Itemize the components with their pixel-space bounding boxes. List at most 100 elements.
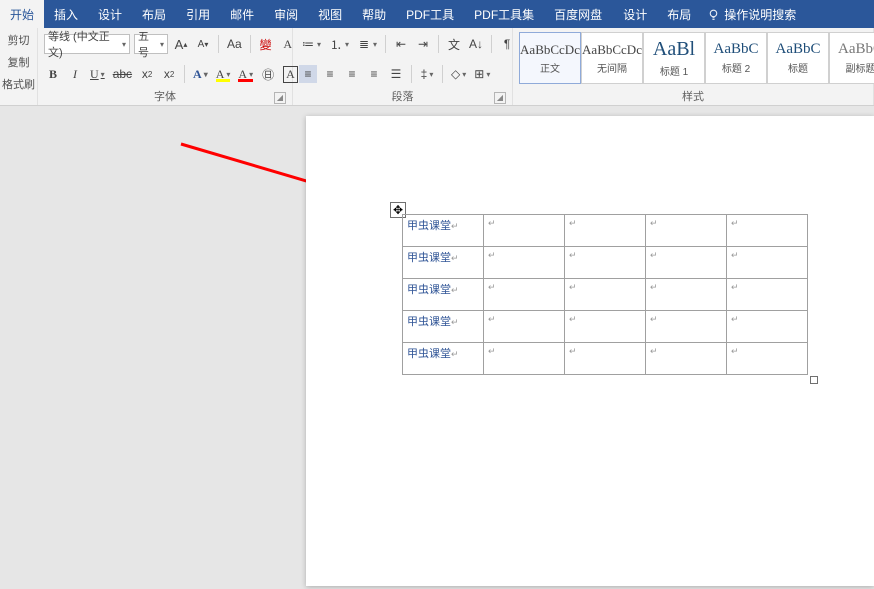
tab-pdf-toolset[interactable]: PDF工具集 xyxy=(464,0,544,28)
table-cell[interactable]: ↵ xyxy=(565,343,646,375)
tab-mailings[interactable]: 邮件 xyxy=(220,0,264,28)
table-cell[interactable]: ↵ xyxy=(565,215,646,247)
table-cell[interactable]: ↵ xyxy=(484,343,565,375)
table-cell[interactable]: ↵ xyxy=(646,247,727,279)
table-row[interactable]: 甲虫课堂↵↵↵↵↵ xyxy=(403,311,808,343)
tab-help[interactable]: 帮助 xyxy=(352,0,396,28)
highlight-color-button[interactable]: A▾ xyxy=(214,65,233,83)
format-painter-button[interactable]: 格式刷 xyxy=(2,76,35,92)
divider xyxy=(184,65,185,83)
style-heading1[interactable]: AaBl 标题 1 xyxy=(643,32,705,84)
table-row[interactable]: 甲虫课堂↵↵↵↵↵ xyxy=(403,279,808,311)
table-row[interactable]: 甲虫课堂↵↵↵↵↵ xyxy=(403,247,808,279)
shading-button[interactable]: ◇▾ xyxy=(449,65,468,83)
numbering-button[interactable]: ⒈▾ xyxy=(327,35,351,53)
phonetic-guide-button[interactable]: 變 xyxy=(257,35,275,53)
align-right-button[interactable]: ≡ xyxy=(343,65,361,83)
table-cell[interactable]: ↵ xyxy=(646,279,727,311)
enclose-characters-button[interactable]: ㊐ xyxy=(259,65,277,83)
table-resize-handle[interactable] xyxy=(810,376,818,384)
table-cell[interactable]: 甲虫课堂↵ xyxy=(403,279,484,311)
text-effects-button[interactable]: A▾ xyxy=(191,65,210,83)
tab-start[interactable]: 开始 xyxy=(0,0,44,28)
table-cell[interactable]: ↵ xyxy=(565,279,646,311)
table-cell[interactable]: ↵ xyxy=(727,279,808,311)
grow-font-button[interactable]: A▴ xyxy=(172,35,190,53)
change-case-button[interactable]: Aa xyxy=(225,35,244,53)
strikethrough-button[interactable]: abc xyxy=(111,65,134,83)
tab-layout[interactable]: 布局 xyxy=(132,0,176,28)
decrease-indent-button[interactable]: ⇤ xyxy=(392,35,410,53)
line-spacing-button[interactable]: ‡▾ xyxy=(418,65,436,83)
table-cell[interactable]: ↵ xyxy=(727,343,808,375)
ribbon-tabs: 开始 插入 设计 布局 引用 邮件 审阅 视图 帮助 PDF工具 PDF工具集 … xyxy=(0,0,874,28)
table-cell[interactable]: ↵ xyxy=(484,215,565,247)
align-center-button[interactable]: ≡ xyxy=(321,65,339,83)
font-size-picker[interactable]: 五号▾ xyxy=(134,34,168,54)
multilevel-list-button[interactable]: ≣▾ xyxy=(355,35,379,53)
table-cell[interactable]: 甲虫课堂↵ xyxy=(403,215,484,247)
tab-view[interactable]: 视图 xyxy=(308,0,352,28)
table-cell[interactable]: ↵ xyxy=(646,343,727,375)
font-color-button[interactable]: A▾ xyxy=(236,65,255,83)
copy-button[interactable]: 复制 xyxy=(8,54,30,70)
bold-button[interactable]: B xyxy=(44,65,62,83)
sort-button[interactable]: A↓ xyxy=(467,35,485,53)
table-cell[interactable]: ↵ xyxy=(727,247,808,279)
style-subtitle[interactable]: AaBbC 副标题 xyxy=(829,32,874,84)
font-family-picker[interactable]: 等线 (中文正文)▾ xyxy=(44,34,130,54)
style-title[interactable]: AaBbC 标题 xyxy=(767,32,829,84)
justify-button[interactable]: ≡ xyxy=(365,65,383,83)
style-normal[interactable]: AaBbCcDc 正文 xyxy=(519,32,581,84)
table-cell[interactable]: ↵ xyxy=(727,215,808,247)
table-cell[interactable]: ↵ xyxy=(646,215,727,247)
table-cell[interactable]: 甲虫课堂↵ xyxy=(403,247,484,279)
divider xyxy=(491,35,492,53)
table-cell[interactable]: ↵ xyxy=(484,247,565,279)
paragraph-dialog-launcher[interactable]: ◢ xyxy=(494,92,506,104)
tab-pdf-tool[interactable]: PDF工具 xyxy=(396,0,464,28)
document-page[interactable]: ✥ 甲虫课堂↵↵↵↵↵甲虫课堂↵↵↵↵↵甲虫课堂↵↵↵↵↵甲虫课堂↵↵↵↵↵甲虫… xyxy=(306,116,874,586)
underline-button[interactable]: U▾ xyxy=(88,65,107,83)
tab-table-layout[interactable]: 布局 xyxy=(657,0,701,28)
table-cell[interactable]: ↵ xyxy=(646,311,727,343)
tab-table-design[interactable]: 设计 xyxy=(613,0,657,28)
increase-indent-button[interactable]: ⇥ xyxy=(414,35,432,53)
tell-me-search[interactable]: 操作说明搜索 xyxy=(701,0,802,28)
document-table[interactable]: 甲虫课堂↵↵↵↵↵甲虫课堂↵↵↵↵↵甲虫课堂↵↵↵↵↵甲虫课堂↵↵↵↵↵甲虫课堂… xyxy=(402,214,808,375)
table-cell[interactable]: ↵ xyxy=(565,311,646,343)
borders-button[interactable]: ⊞▾ xyxy=(472,65,492,83)
table-cell[interactable]: ↵ xyxy=(484,311,565,343)
tab-references[interactable]: 引用 xyxy=(176,0,220,28)
table-cell[interactable]: ↵ xyxy=(727,311,808,343)
table-cell[interactable]: 甲虫课堂↵ xyxy=(403,343,484,375)
chevron-down-icon: ▾ xyxy=(249,70,253,79)
style-heading2[interactable]: AaBbC 标题 2 xyxy=(705,32,767,84)
table-row[interactable]: 甲虫课堂↵↵↵↵↵ xyxy=(403,343,808,375)
table-cell[interactable]: 甲虫课堂↵ xyxy=(403,311,484,343)
table-row[interactable]: 甲虫课堂↵↵↵↵↵ xyxy=(403,215,808,247)
styles-gallery[interactable]: AaBbCcDc 正文 AaBbCcDc 无间隔 AaBl 标题 1 AaBbC… xyxy=(519,32,874,86)
character-border-button[interactable]: A xyxy=(281,65,300,83)
subscript-button[interactable]: x2 xyxy=(138,65,156,83)
text-direction-button[interactable]: 文 xyxy=(445,35,463,53)
font-dialog-launcher[interactable]: ◢ xyxy=(274,92,286,104)
shrink-font-button[interactable]: A▾ xyxy=(194,35,212,53)
styles-group-label: 样式 xyxy=(519,86,867,106)
bullets-button[interactable]: ≔▾ xyxy=(299,35,323,53)
cut-button[interactable]: 剪切 xyxy=(8,32,30,48)
styles-group: AaBbCcDc 正文 AaBbCcDc 无间隔 AaBl 标题 1 AaBbC… xyxy=(513,28,874,105)
tab-baidu-pan[interactable]: 百度网盘 xyxy=(544,0,612,28)
table-cell[interactable]: ↵ xyxy=(565,247,646,279)
divider xyxy=(442,65,443,83)
align-left-button[interactable]: ≡ xyxy=(299,65,317,83)
italic-button[interactable]: I xyxy=(66,65,84,83)
tab-insert[interactable]: 插入 xyxy=(44,0,88,28)
tab-review[interactable]: 审阅 xyxy=(264,0,308,28)
table-cell[interactable]: ↵ xyxy=(484,279,565,311)
style-no-spacing[interactable]: AaBbCcDc 无间隔 xyxy=(581,32,643,84)
tab-design[interactable]: 设计 xyxy=(88,0,132,28)
superscript-button[interactable]: x2 xyxy=(160,65,178,83)
distributed-button[interactable]: ☰ xyxy=(387,65,405,83)
clear-formatting-button[interactable]: A xyxy=(279,35,297,53)
